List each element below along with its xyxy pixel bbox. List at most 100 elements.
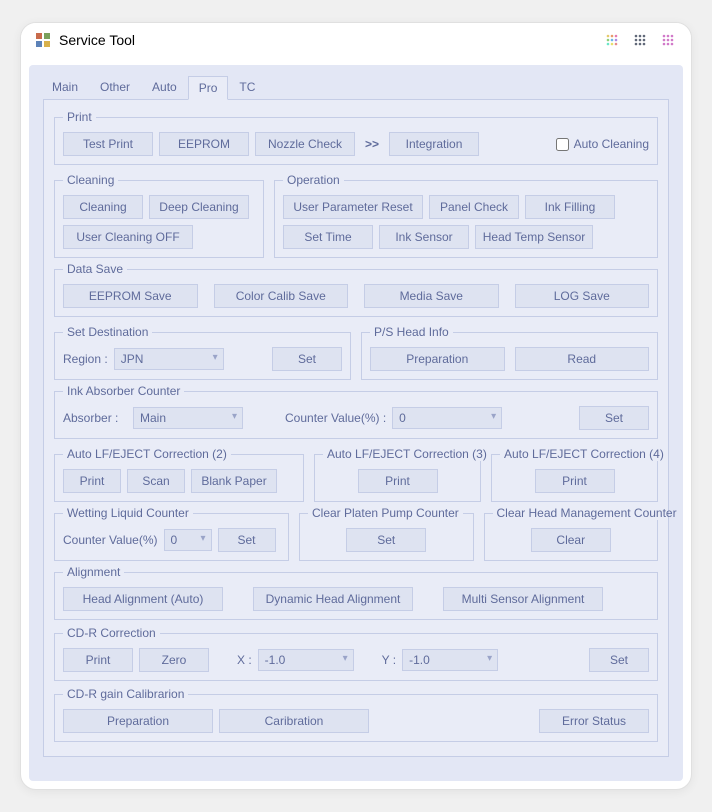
tab-other[interactable]: Other [89, 75, 141, 99]
set-destination-legend: Set Destination [63, 325, 152, 339]
tab-auto[interactable]: Auto [141, 75, 188, 99]
cdr-set-button[interactable]: Set [589, 648, 649, 672]
autolf3-group: Auto LF/EJECT Correction (3) Print [314, 447, 481, 502]
test-print-button[interactable]: Test Print [63, 132, 153, 156]
nozzle-check-button[interactable]: Nozzle Check [255, 132, 355, 156]
cdr-print-button[interactable]: Print [63, 648, 133, 672]
head-mgmt-group: Clear Head Management Counter Clear [484, 506, 659, 561]
page-pro: Print Test Print EEPROM Nozzle Check >> … [43, 99, 669, 757]
tabs: Main Other Auto Pro TC [41, 71, 669, 99]
ink-sensor-button[interactable]: Ink Sensor [379, 225, 469, 249]
cdr-zero-button[interactable]: Zero [139, 648, 209, 672]
error-status-button[interactable]: Error Status [539, 709, 649, 733]
absorber-counter-label: Counter Value(%) : [285, 411, 386, 425]
ink-absorber-group: Ink Absorber Counter Absorber : Main Cou… [54, 384, 658, 439]
print-legend: Print [63, 110, 96, 124]
wetting-counter-select[interactable]: 0 [164, 529, 212, 551]
data-save-group: Data Save EEPROM Save Color Calib Save M… [54, 262, 658, 317]
ink-absorber-legend: Ink Absorber Counter [63, 384, 184, 398]
wetting-counter-label: Counter Value(%) [63, 533, 158, 547]
platen-set-button[interactable]: Set [346, 528, 426, 552]
platen-group: Clear Platen Pump Counter Set [299, 506, 474, 561]
operation-legend: Operation [283, 173, 344, 187]
absorber-set-button[interactable]: Set [579, 406, 649, 430]
wetting-group: Wetting Liquid Counter Counter Value(%) … [54, 506, 289, 561]
alignment-legend: Alignment [63, 565, 124, 579]
deep-cleaning-button[interactable]: Deep Cleaning [149, 195, 249, 219]
ps-head-info-legend: P/S Head Info [370, 325, 453, 339]
cdr-x-label: X : [237, 653, 252, 667]
cdr-y-select[interactable]: -1.0 [402, 649, 498, 671]
user-cleaning-off-button[interactable]: User Cleaning OFF [63, 225, 193, 249]
autolf2-blank-button[interactable]: Blank Paper [191, 469, 277, 493]
ps-read-button[interactable]: Read [515, 347, 650, 371]
dynamic-head-alignment-button[interactable]: Dynamic Head Alignment [253, 587, 413, 611]
autolf2-scan-button[interactable]: Scan [127, 469, 185, 493]
auto-cleaning-label: Auto Cleaning [574, 137, 649, 151]
alignment-group: Alignment Head Alignment (Auto) Dynamic … [54, 565, 658, 620]
absorber-counter-select[interactable]: 0 [392, 407, 502, 429]
cdr-gain-group: CD-R gain Calibrarion Preparation Caribr… [54, 687, 658, 742]
app-icon [35, 32, 51, 48]
autolf4-legend: Auto LF/EJECT Correction (4) [500, 447, 668, 461]
ink-filling-button[interactable]: Ink Filling [525, 195, 615, 219]
cleaning-button[interactable]: Cleaning [63, 195, 143, 219]
integration-button[interactable]: Integration [389, 132, 479, 156]
cdr-gain-caribration-button[interactable]: Caribration [219, 709, 369, 733]
region-select[interactable]: JPN [114, 348, 224, 370]
tab-pro[interactable]: Pro [188, 76, 229, 100]
absorber-select[interactable]: Main [133, 407, 243, 429]
autolf2-group: Auto LF/EJECT Correction (2) Print Scan … [54, 447, 304, 502]
eeprom-button[interactable]: EEPROM [159, 132, 249, 156]
titlebar: Service Tool [21, 23, 691, 57]
print-group: Print Test Print EEPROM Nozzle Check >> … [54, 110, 658, 165]
head-alignment-auto-button[interactable]: Head Alignment (Auto) [63, 587, 223, 611]
autolf2-legend: Auto LF/EJECT Correction (2) [63, 447, 231, 461]
wetting-set-button[interactable]: Set [218, 528, 276, 552]
tab-main[interactable]: Main [41, 75, 89, 99]
auto-cleaning-checkbox[interactable]: Auto Cleaning [556, 137, 649, 151]
title-icon-3[interactable] [659, 31, 677, 49]
media-save-button[interactable]: Media Save [364, 284, 499, 308]
autolf2-print-button[interactable]: Print [63, 469, 121, 493]
cdr-correction-group: CD-R Correction Print Zero X : -1.0 Y : … [54, 626, 658, 681]
region-label: Region : [63, 352, 108, 366]
head-mgmt-legend: Clear Head Management Counter [493, 506, 681, 520]
cdr-gain-legend: CD-R gain Calibrarion [63, 687, 188, 701]
ps-head-info-group: P/S Head Info Preparation Read [361, 325, 658, 380]
panel-check-button[interactable]: Panel Check [429, 195, 519, 219]
set-destination-group: Set Destination Region : JPN Set [54, 325, 351, 380]
autolf3-print-button[interactable]: Print [358, 469, 438, 493]
tab-tc[interactable]: TC [228, 75, 266, 99]
cdr-x-select[interactable]: -1.0 [258, 649, 354, 671]
head-temp-sensor-button[interactable]: Head Temp Sensor [475, 225, 593, 249]
print-more-icon[interactable]: >> [361, 137, 383, 151]
autolf4-print-button[interactable]: Print [535, 469, 615, 493]
log-save-button[interactable]: LOG Save [515, 284, 650, 308]
color-calib-save-button[interactable]: Color Calib Save [214, 284, 349, 308]
auto-cleaning-input[interactable] [556, 138, 569, 151]
cdr-y-label: Y : [382, 653, 396, 667]
user-param-reset-button[interactable]: User Parameter Reset [283, 195, 423, 219]
cdr-correction-legend: CD-R Correction [63, 626, 160, 640]
wetting-legend: Wetting Liquid Counter [63, 506, 193, 520]
ps-preparation-button[interactable]: Preparation [370, 347, 505, 371]
title-icon-1[interactable] [603, 31, 621, 49]
region-set-button[interactable]: Set [272, 347, 342, 371]
cleaning-legend: Cleaning [63, 173, 118, 187]
data-save-legend: Data Save [63, 262, 127, 276]
head-mgmt-clear-button[interactable]: Clear [531, 528, 611, 552]
title-icon-2[interactable] [631, 31, 649, 49]
set-time-button[interactable]: Set Time [283, 225, 373, 249]
content-area: Main Other Auto Pro TC Print Test Print … [29, 65, 683, 781]
autolf4-group: Auto LF/EJECT Correction (4) Print [491, 447, 658, 502]
multi-sensor-alignment-button[interactable]: Multi Sensor Alignment [443, 587, 603, 611]
platen-legend: Clear Platen Pump Counter [308, 506, 463, 520]
window-title: Service Tool [59, 32, 135, 48]
autolf3-legend: Auto LF/EJECT Correction (3) [323, 447, 491, 461]
operation-group: Operation User Parameter Reset Panel Che… [274, 173, 658, 258]
cleaning-group: Cleaning Cleaning Deep Cleaning User Cle… [54, 173, 264, 258]
eeprom-save-button[interactable]: EEPROM Save [63, 284, 198, 308]
absorber-label: Absorber : [63, 411, 127, 425]
cdr-gain-preparation-button[interactable]: Preparation [63, 709, 213, 733]
